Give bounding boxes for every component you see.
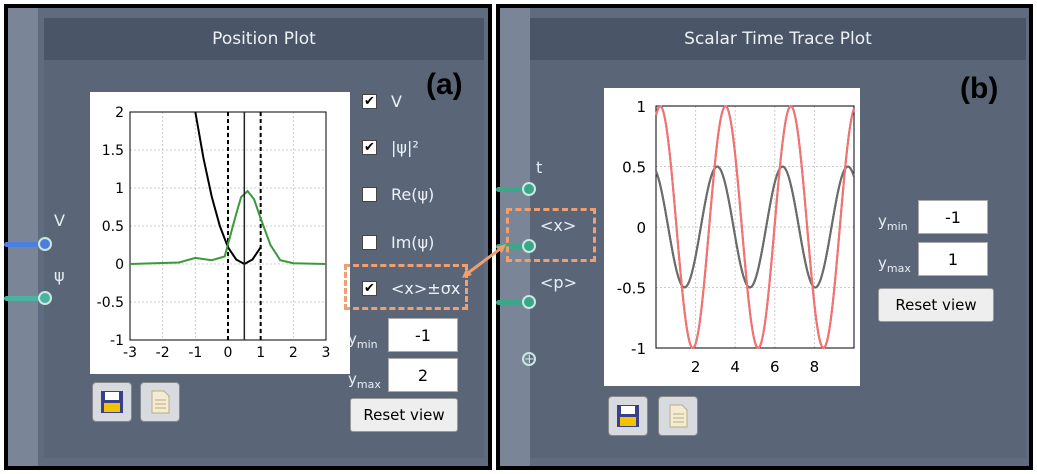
save-button-b[interactable] xyxy=(608,396,648,436)
document-icon xyxy=(151,390,170,414)
ymin-label-a: ymin xyxy=(348,330,378,351)
x-tick-label: 0 xyxy=(224,345,233,361)
node-rail xyxy=(8,8,38,466)
time-trace-title: Scalar Time Trace Plot xyxy=(530,18,1026,60)
highlight-box-a xyxy=(344,264,468,310)
p-wire xyxy=(496,300,524,305)
psi-wire xyxy=(4,296,40,301)
document-icon xyxy=(669,404,688,428)
checkbox-psi-squared-label: |ψ|² xyxy=(391,138,419,157)
checkbox-v-box[interactable]: ✔ xyxy=(362,94,377,109)
x-tick-label: -1 xyxy=(188,345,202,361)
position-plot-title: Position Plot xyxy=(44,18,484,60)
y-tick-label: -1 xyxy=(631,340,646,358)
highlight-box-b xyxy=(506,208,596,262)
ymax-label-a: ymax xyxy=(348,370,381,391)
reset-view-button-a[interactable]: Reset view xyxy=(350,398,458,432)
x-tick-label: 6 xyxy=(770,358,780,376)
ymax-label-b: ymax xyxy=(878,254,911,275)
time-trace-plot-area[interactable]: 2 4 6 8 1 0.5 0 -0.5 -1 xyxy=(604,88,860,386)
psi-port[interactable] xyxy=(38,291,52,305)
x-tick-label: -3 xyxy=(123,345,137,361)
y-tick-label: -0.5 xyxy=(97,295,124,311)
save-icon xyxy=(617,405,639,427)
ymin-label-b: ymin xyxy=(878,212,908,233)
position-plot-area[interactable]: -3 -2 -1 0 1 2 3 -1 -0.5 0 0.5 1 1.5 2 xyxy=(90,92,350,374)
p-port[interactable] xyxy=(522,295,536,309)
ymin-field-a[interactable]: -1 xyxy=(388,318,458,352)
checkbox-v[interactable]: ✔ V xyxy=(362,92,402,111)
y-tick-label: 0.5 xyxy=(102,219,124,235)
p-port-label: <p> xyxy=(540,273,577,292)
x-tick-label: 4 xyxy=(730,358,740,376)
checkbox-im-psi[interactable]: Im(ψ) xyxy=(362,233,434,252)
psi-port-label: ψ xyxy=(54,266,65,285)
save-icon xyxy=(101,391,123,413)
connector-arrow xyxy=(462,244,506,278)
y-tick-label: 0.5 xyxy=(622,159,646,177)
position-plot-frame: Position Plot (a) V ψ -3 -2 -1 0 1 2 3 -1 -0.5 0 0… xyxy=(4,4,492,470)
t-wire xyxy=(496,187,524,192)
time-trace-chart: 2 4 6 8 1 0.5 0 -0.5 -1 xyxy=(617,98,855,376)
t-port-label: t xyxy=(536,158,543,177)
ymin-field-b[interactable]: -1 xyxy=(918,200,988,234)
t-port[interactable] xyxy=(522,182,536,196)
ymax-field-b[interactable]: 1 xyxy=(918,242,988,276)
time-trace-frame: Scalar Time Trace Plot (b) t <x> <p> + 2… xyxy=(496,4,1033,470)
y-tick-label: -1 xyxy=(110,333,124,349)
y-tick-label: 1 xyxy=(115,181,124,197)
checkbox-psi-squared[interactable]: ✔ |ψ|² xyxy=(362,138,419,157)
ymax-field-a[interactable]: 2 xyxy=(388,358,458,392)
x-tick-label: -2 xyxy=(156,345,170,361)
v-port[interactable] xyxy=(38,237,52,251)
y-tick-label: 1 xyxy=(636,98,646,116)
y-tick-label: -0.5 xyxy=(617,280,646,298)
checkbox-psi-squared-box[interactable]: ✔ xyxy=(362,140,377,155)
x-tick-label: 2 xyxy=(289,345,298,361)
x-tick-label: 3 xyxy=(322,345,331,361)
x-tick-label: 2 xyxy=(691,358,701,376)
x-tick-label: 1 xyxy=(256,345,265,361)
checkbox-im-psi-box[interactable] xyxy=(362,235,377,250)
position-chart: -3 -2 -1 0 1 2 3 -1 -0.5 0 0.5 1 1.5 2 xyxy=(97,105,331,361)
x-tick-label: 8 xyxy=(810,358,820,376)
checkbox-re-psi-label: Re(ψ) xyxy=(391,185,435,204)
y-tick-label: 1.5 xyxy=(102,143,124,159)
checkbox-im-psi-label: Im(ψ) xyxy=(391,233,435,252)
checkbox-re-psi-box[interactable] xyxy=(362,187,377,202)
v-wire xyxy=(4,242,40,247)
document-button-a[interactable] xyxy=(140,382,180,422)
save-button-a[interactable] xyxy=(92,382,132,422)
y-tick-label: 0 xyxy=(636,219,646,237)
y-tick-label: 2 xyxy=(115,105,124,121)
panel-b-tag: (b) xyxy=(960,72,999,105)
add-port-icon[interactable]: + xyxy=(522,352,536,366)
panel-a-tag: (a) xyxy=(426,68,463,101)
checkbox-re-psi[interactable]: Re(ψ) xyxy=(362,185,434,204)
checkbox-v-label: V xyxy=(391,92,402,111)
reset-view-button-b[interactable]: Reset view xyxy=(878,288,994,322)
document-button-b[interactable] xyxy=(658,396,698,436)
v-port-label: V xyxy=(54,211,65,230)
y-tick-label: 0 xyxy=(115,257,124,273)
